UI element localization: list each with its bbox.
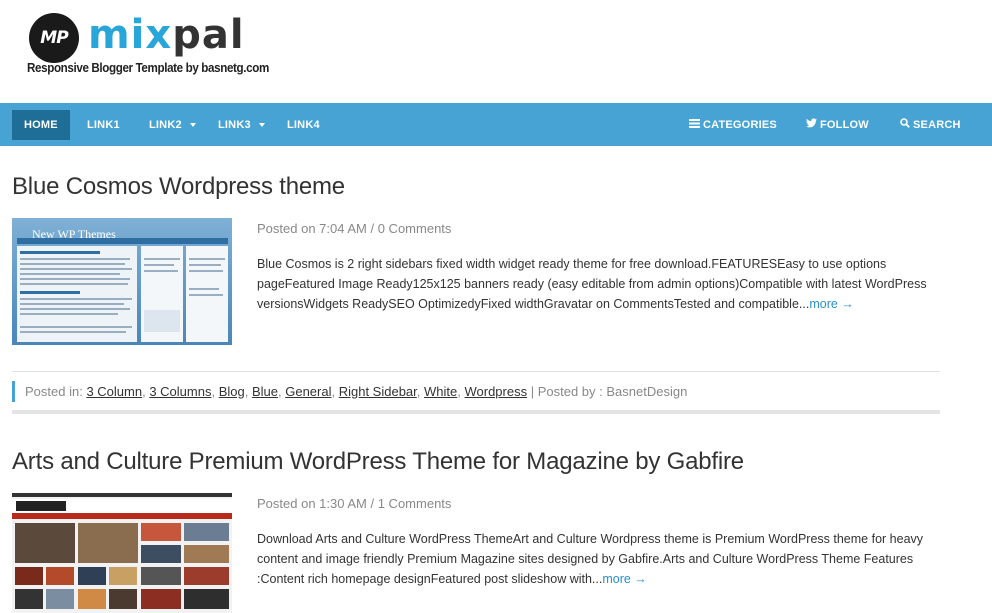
- category-link[interactable]: Wordpress: [464, 384, 527, 399]
- nav-link1-label: LINK1: [87, 119, 120, 131]
- posted-prefix: Posted on: [257, 221, 316, 236]
- nav-follow-label: FOLLOW: [820, 119, 869, 131]
- chevron-down-icon: [258, 123, 265, 128]
- post-excerpt: Download Arts and Culture WordPress Them…: [257, 529, 937, 589]
- nav-link2[interactable]: LINK2: [137, 110, 208, 140]
- nav-link3[interactable]: LINK3: [206, 110, 277, 140]
- list-icon: [689, 110, 700, 140]
- category-link[interactable]: Blog: [219, 384, 245, 399]
- category-link[interactable]: 3 Columns: [149, 384, 211, 399]
- search-icon: [900, 110, 910, 140]
- nav-categories[interactable]: CATEGORIES: [677, 110, 789, 140]
- nav-link4[interactable]: LINK4: [275, 110, 332, 140]
- nav-home-label: HOME: [24, 119, 58, 131]
- posted-by: | Posted by : BasnetDesign: [530, 384, 688, 399]
- posted-in-label: Posted in:: [25, 384, 83, 399]
- category-link[interactable]: Right Sidebar: [339, 384, 417, 399]
- post-title[interactable]: Arts and Culture Premium WordPress Theme…: [12, 448, 744, 476]
- divider: [12, 371, 940, 372]
- logo-word-part2: pal: [172, 12, 245, 58]
- post-comments[interactable]: 0 Comments: [378, 221, 452, 236]
- nav-home[interactable]: HOME: [12, 110, 70, 140]
- category-link[interactable]: White: [424, 384, 457, 399]
- twitter-icon: [806, 110, 817, 140]
- post-excerpt: Blue Cosmos is 2 right sidebars fixed wi…: [257, 254, 937, 314]
- nav-link2-label: LINK2: [149, 119, 182, 131]
- nav-link3-label: LINK3: [218, 119, 251, 131]
- nav-search[interactable]: SEARCH: [888, 110, 973, 140]
- logo-badge-text: MP: [40, 28, 68, 48]
- main-navigation: HOME LINK1 LINK2 LINK3 LINK4 CATEGORIES …: [0, 103, 992, 146]
- post-meta: Posted on 7:04 AM / 0 Comments: [257, 221, 452, 236]
- nav-categories-label: CATEGORIES: [703, 119, 777, 131]
- posted-prefix: Posted on: [257, 496, 316, 511]
- post-title[interactable]: Blue Cosmos Wordpress theme: [12, 173, 345, 201]
- logo-word-part1: mix: [88, 12, 173, 58]
- nav-follow[interactable]: FOLLOW: [794, 110, 881, 140]
- post-excerpt-text: Download Arts and Culture WordPress Them…: [257, 532, 924, 586]
- thumbnail-title: New WP Themes: [32, 227, 116, 241]
- post-thumbnail[interactable]: [12, 493, 232, 613]
- site-header: MP mixpal Responsive Blogger Template by…: [0, 0, 992, 103]
- site-logo[interactable]: mixpal: [88, 8, 245, 62]
- post-separator: [12, 410, 940, 414]
- nav-link4-label: LINK4: [287, 119, 320, 131]
- post-thumbnail[interactable]: New WP Themes: [12, 218, 232, 345]
- read-more-link[interactable]: more →: [809, 297, 853, 311]
- post-time[interactable]: 1:30 AM: [319, 496, 367, 511]
- post-footer: Posted in: 3 Column, 3 Columns, Blog, Bl…: [12, 381, 940, 402]
- site-tagline: Responsive Blogger Template by basnetg.c…: [27, 61, 269, 75]
- post-time[interactable]: 7:04 AM: [319, 221, 367, 236]
- category-link[interactable]: General: [285, 384, 331, 399]
- post-meta: Posted on 1:30 AM / 1 Comments: [257, 496, 452, 511]
- nav-search-label: SEARCH: [913, 119, 961, 131]
- logo-badge[interactable]: MP: [29, 13, 79, 63]
- category-link[interactable]: Blue: [252, 384, 278, 399]
- chevron-down-icon: [189, 123, 196, 128]
- post-comments[interactable]: 1 Comments: [378, 496, 452, 511]
- category-link[interactable]: 3 Column: [86, 384, 142, 399]
- nav-link1[interactable]: LINK1: [75, 110, 132, 140]
- read-more-link[interactable]: more →: [602, 572, 646, 586]
